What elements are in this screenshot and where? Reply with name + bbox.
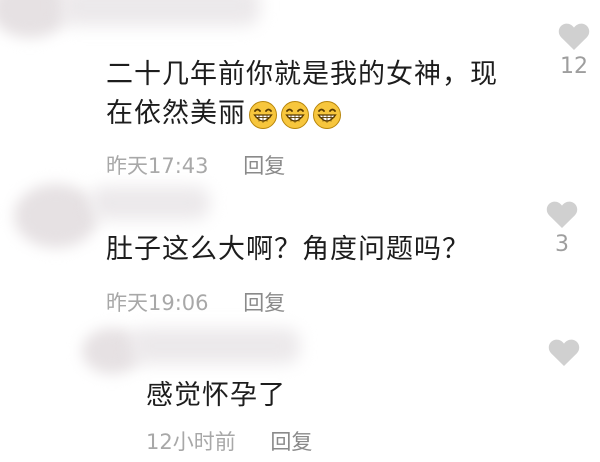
comment-text-line-1: 二十几年前你就是我的女神，现 xyxy=(106,59,498,90)
comment-text: 感觉怀孕了 xyxy=(146,376,286,415)
reply-button[interactable]: 回复 xyxy=(243,154,285,178)
reply-button[interactable]: 回复 xyxy=(270,430,312,454)
comment-meta: 昨天19:06 回复 xyxy=(106,287,285,317)
comment-text: 二十几年前你就是我的女神，现 在依然美丽 xyxy=(106,55,498,133)
grin-emoji-icon xyxy=(313,100,341,129)
like-button[interactable]: 3 xyxy=(542,200,582,257)
heart-icon xyxy=(546,201,578,228)
like-button[interactable]: 12 xyxy=(554,22,594,79)
username-blurred[interactable] xyxy=(60,0,260,26)
grin-emoji-icon xyxy=(281,100,309,129)
comment-text-line-2-text: 在依然美丽 xyxy=(106,98,246,129)
like-count: 12 xyxy=(560,54,588,79)
username-blurred[interactable] xyxy=(130,328,300,364)
emoji-group xyxy=(248,100,342,130)
avatar-blurred[interactable] xyxy=(14,184,98,248)
username-blurred[interactable] xyxy=(90,186,210,220)
comment-timestamp: 昨天19:06 xyxy=(106,291,209,315)
comment-text-line-2: 在依然美丽 xyxy=(106,94,498,133)
comment-timestamp: 昨天17:43 xyxy=(106,154,209,178)
comment-text-line-1: 感觉怀孕了 xyxy=(146,380,286,411)
comment-item-2: 肚子这么大啊？角度问题吗？ 昨天19:06 回复 3 xyxy=(0,180,600,320)
comment-timestamp: 12小时前 xyxy=(146,430,236,454)
comment-text: 肚子这么大啊？角度问题吗？ xyxy=(106,230,470,269)
comment-item-3: 感觉怀孕了 12小时前 回复 xyxy=(0,320,600,462)
comment-item-1: 二十几年前你就是我的女神，现 在依然美丽 昨天17:43 回复 12 xyxy=(0,0,600,180)
heart-icon xyxy=(558,23,590,50)
reply-button[interactable]: 回复 xyxy=(243,291,285,315)
grin-emoji-icon xyxy=(249,100,277,129)
like-count: 3 xyxy=(555,232,569,257)
comment-meta: 12小时前 回复 xyxy=(146,426,312,456)
like-button[interactable] xyxy=(544,338,584,371)
comment-text-line-1: 肚子这么大啊？角度问题吗？ xyxy=(106,234,470,265)
heart-icon xyxy=(548,339,580,366)
comment-meta: 昨天17:43 回复 xyxy=(106,150,285,180)
